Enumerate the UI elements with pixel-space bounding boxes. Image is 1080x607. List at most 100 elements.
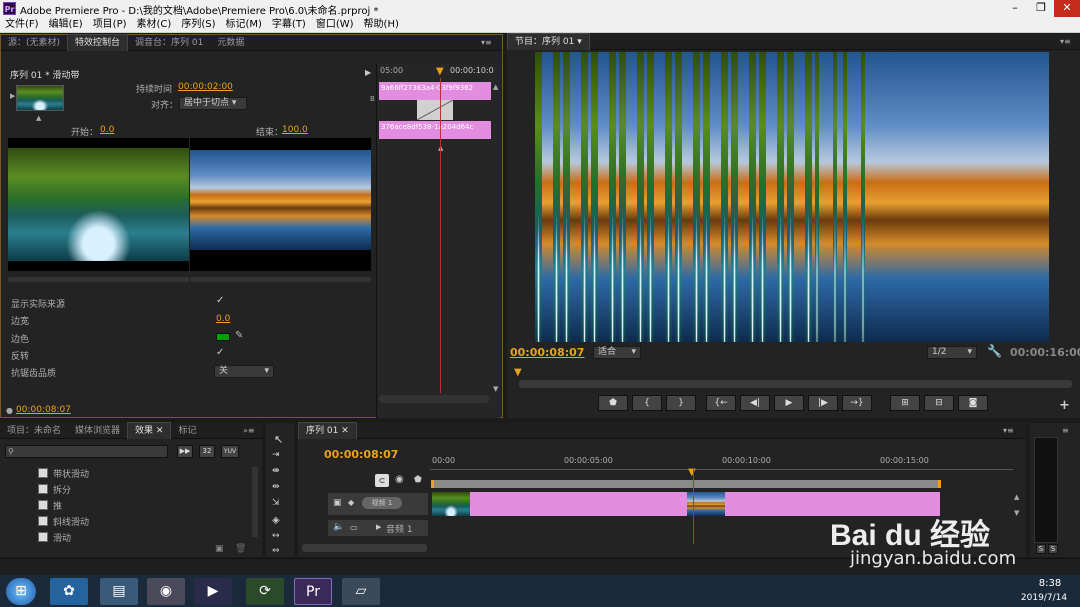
- close-button[interactable]: ✕: [1054, 0, 1080, 17]
- video-track-header[interactable]: ▣ ◆ 视频 1: [328, 493, 428, 515]
- program-playhead-marker[interactable]: ▼: [514, 367, 522, 378]
- lock-icon[interactable]: ◆: [348, 498, 354, 507]
- tab-metadata[interactable]: 元数据: [210, 35, 251, 51]
- minimize-button[interactable]: –: [1002, 0, 1028, 17]
- tab-audio-mixer[interactable]: 调音台：序列 01: [128, 35, 210, 51]
- list-item[interactable]: 滑动: [38, 529, 248, 545]
- mark-in-button[interactable]: {: [632, 395, 662, 411]
- work-area-bar[interactable]: [431, 480, 941, 488]
- snap-icon[interactable]: ⊂: [375, 474, 389, 487]
- clock-date[interactable]: 2019/7/14: [1014, 593, 1074, 603]
- rate-stretch-tool-icon[interactable]: ⇲: [272, 498, 280, 508]
- menu-window[interactable]: 窗口(W): [311, 17, 359, 32]
- menu-edit[interactable]: 编辑(E): [44, 17, 88, 32]
- razor-tool-icon[interactable]: ◈: [272, 515, 280, 526]
- tab-effect-controls[interactable]: 特效控制台: [67, 34, 129, 51]
- slip-tool-icon[interactable]: ↔: [272, 531, 280, 541]
- export-frame-button[interactable]: ◙: [958, 395, 988, 411]
- antialias-dropdown[interactable]: 关 ▾: [214, 365, 274, 378]
- menu-sequence[interactable]: 序列(S): [176, 17, 220, 32]
- play-button[interactable]: ▶: [774, 395, 804, 411]
- tab-source[interactable]: 源：(无素材): [1, 35, 67, 51]
- end-value[interactable]: 100.0: [282, 125, 308, 135]
- list-item[interactable]: 推: [38, 497, 248, 513]
- timeline-playhead-marker[interactable]: ▼: [688, 467, 696, 478]
- mini-transition[interactable]: [416, 99, 454, 121]
- tab-program[interactable]: 节目：序列 01 ▾: [507, 33, 590, 50]
- extract-button[interactable]: ⊟: [924, 395, 954, 411]
- menu-project[interactable]: 项目(P): [88, 17, 132, 32]
- step-back-button[interactable]: ◀|: [740, 395, 770, 411]
- go-to-in-button[interactable]: {←: [706, 395, 736, 411]
- mini-playhead-marker[interactable]: ▼: [436, 66, 444, 77]
- timeline-ruler[interactable]: 00:00 00:00:05:00 00:00:10:00 00:00:15:0…: [430, 456, 1013, 470]
- list-item[interactable]: 拆分: [38, 481, 248, 497]
- effects-scrollbar[interactable]: [252, 467, 258, 537]
- menu-clip[interactable]: 素材(C): [132, 17, 177, 32]
- taskbar-app-media-icon[interactable]: ✿: [50, 578, 88, 605]
- duration-value[interactable]: 00:00:02:00: [178, 82, 233, 92]
- taskbar-notes-icon[interactable]: ▱: [342, 578, 380, 605]
- taskbar-video-app-icon[interactable]: ▶: [194, 578, 232, 605]
- start-slider[interactable]: [8, 277, 189, 282]
- add-button-icon[interactable]: +: [1059, 398, 1070, 413]
- maximize-button[interactable]: ❐: [1028, 0, 1054, 17]
- program-menu-icon[interactable]: ▾≡: [1060, 37, 1071, 46]
- program-scrollbar[interactable]: [519, 380, 1072, 388]
- add-marker-icon[interactable]: ⬟: [414, 475, 422, 485]
- list-item[interactable]: 斜线滑动: [38, 513, 248, 529]
- meters-menu-icon[interactable]: ≡: [1062, 426, 1069, 435]
- fit-dropdown[interactable]: 适合 ▾: [593, 346, 641, 359]
- mini-clip-a[interactable]: 9a66ff27363a4-03f9f9362: [379, 82, 491, 100]
- tab-markers[interactable]: 标记: [171, 423, 203, 439]
- track-scroll-up-icon[interactable]: ▲: [1014, 493, 1019, 501]
- wrench-icon[interactable]: 🔧: [987, 344, 1002, 358]
- tab-media-browser[interactable]: 媒体浏览器: [68, 423, 127, 439]
- panel-menu-icon[interactable]: ▾≡: [481, 38, 492, 47]
- menu-marker[interactable]: 标记(M): [220, 17, 266, 32]
- slide-tool-icon[interactable]: ⇔: [272, 546, 280, 556]
- tab-effects[interactable]: 效果 ✕: [127, 422, 172, 439]
- mark-out-button[interactable]: }: [666, 395, 696, 411]
- rolling-edit-tool-icon[interactable]: ⇹: [272, 482, 280, 492]
- step-forward-button[interactable]: |▶: [808, 395, 838, 411]
- list-item[interactable]: 带状滑动: [38, 465, 248, 481]
- taskbar-explorer-icon[interactable]: ▤: [100, 578, 138, 605]
- sequence-marker-icon[interactable]: ◉: [395, 474, 404, 485]
- mini-scroll-up-icon[interactable]: ▲: [493, 83, 498, 91]
- mini-scrollbar[interactable]: [379, 395, 489, 403]
- tab-sequence[interactable]: 序列 01 ✕: [298, 422, 357, 439]
- project-menu-icon[interactable]: »≡: [243, 426, 255, 435]
- timeline-timecode[interactable]: 00:00:08:07: [324, 448, 398, 461]
- menu-file[interactable]: 文件(F): [0, 17, 44, 32]
- reverse-checkbox[interactable]: ✓: [216, 347, 224, 358]
- taskbar-360-icon[interactable]: ⟳: [246, 578, 284, 605]
- start-button[interactable]: ⊞: [6, 578, 36, 605]
- selection-tool-icon[interactable]: ↖: [274, 433, 283, 446]
- end-slider[interactable]: [190, 277, 371, 282]
- yuv-filter-button[interactable]: YUV: [221, 445, 239, 458]
- thumb-play-icon[interactable]: ▶: [10, 92, 15, 100]
- mini-scroll-down-icon[interactable]: ▼: [493, 385, 498, 393]
- tab-project[interactable]: 项目：未命名: [0, 423, 68, 439]
- eyedropper-icon[interactable]: ✎: [235, 330, 243, 341]
- align-dropdown[interactable]: 居中于切点 ▾: [179, 97, 247, 110]
- show-source-checkbox[interactable]: ✓: [216, 295, 224, 306]
- menu-title[interactable]: 字幕(T): [267, 17, 311, 32]
- zoom-scrollbar[interactable]: [302, 544, 427, 552]
- border-color-swatch[interactable]: [216, 333, 230, 341]
- 32bit-filter-button[interactable]: 32: [199, 445, 215, 458]
- speaker-icon[interactable]: 🔈: [333, 522, 344, 532]
- go-to-out-button[interactable]: →}: [842, 395, 872, 411]
- quality-dropdown[interactable]: 1/2 ▾: [927, 346, 977, 359]
- timeline-menu-icon[interactable]: ▾≡: [1003, 426, 1014, 435]
- expand-icon[interactable]: ▶: [376, 523, 381, 531]
- track-scroll-down-icon[interactable]: ▼: [1014, 509, 1019, 517]
- taskbar-firefox-icon[interactable]: ◉: [147, 578, 185, 605]
- play-preview-icon[interactable]: ▶: [365, 68, 371, 77]
- menu-help[interactable]: 帮助(H): [359, 17, 404, 32]
- add-marker-button[interactable]: ⬟: [598, 395, 628, 411]
- new-bin-icon[interactable]: ▣: [215, 544, 224, 554]
- audio-track-header[interactable]: 🔈 ▭ ▶ 音频 1: [328, 520, 428, 536]
- effects-search-input[interactable]: ⚲: [5, 445, 168, 458]
